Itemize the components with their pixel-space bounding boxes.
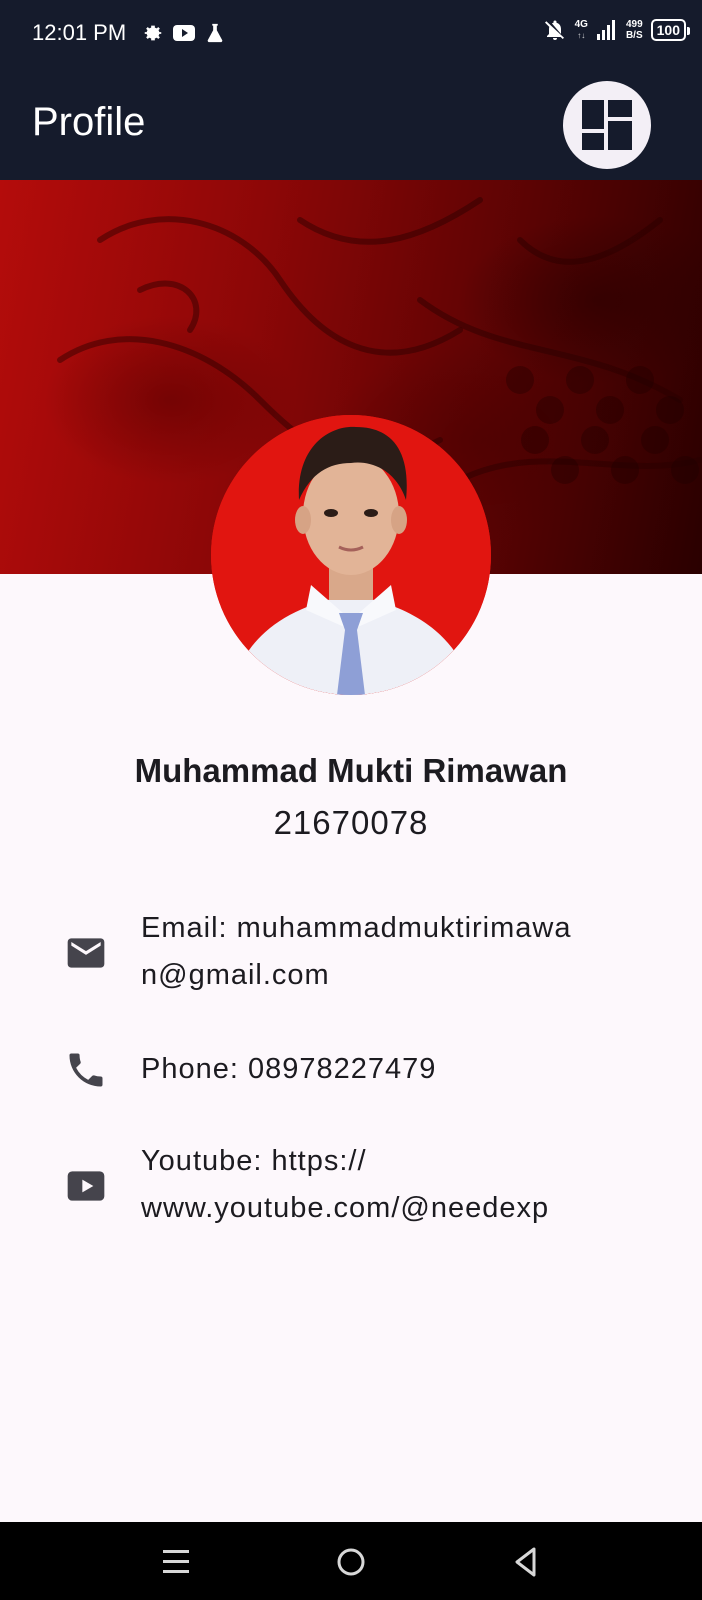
dashboard-layout-icon [582, 100, 632, 150]
signal-icon [596, 20, 615, 40]
network-label: 4G [574, 19, 588, 30]
app-bar: Profile [0, 72, 702, 180]
recents-menu-icon [163, 1550, 189, 1573]
email-icon [67, 938, 105, 968]
profile-name: Muhammad Mukti Rimawan [134, 752, 568, 789]
status-left-icons [142, 22, 226, 44]
home-circle-icon [337, 1548, 365, 1576]
back-triangle-icon [515, 1547, 536, 1577]
flask-icon [207, 23, 223, 43]
youtube-line-1: Youtube: https:// [141, 1145, 367, 1177]
settings-gear-icon [144, 25, 162, 41]
speed-value: 499 [625, 19, 643, 30]
recents-button[interactable] [154, 1540, 198, 1584]
profile-nim: 21670078 [273, 804, 429, 841]
youtube-icon [67, 1171, 105, 1201]
page-title: Profile [32, 100, 146, 144]
status-right-icons: 4G ↑↓ 499 B/S 100 [543, 18, 691, 42]
back-button[interactable] [504, 1540, 548, 1584]
email-line-1: Email: muhammadmuktirimawa [141, 912, 572, 944]
notifications-off-icon [544, 20, 564, 40]
speed-unit: B/S [625, 30, 643, 41]
layout-toggle-button[interactable] [563, 81, 651, 169]
network-type: 4G ↑↓ [574, 19, 588, 40]
profile-photo [211, 415, 491, 695]
network-speed: 499 B/S [626, 19, 643, 41]
status-time: 12:01 PM [32, 20, 127, 45]
phone-text: Phone: 08978227479 [141, 1046, 621, 1093]
status-bar: 12:01 PM 4G ↑↓ 499 B/S 100 [0, 0, 702, 72]
youtube-text: Youtube: https:// www.youtube.com/@neede… [141, 1138, 621, 1232]
system-nav-bar [0, 1522, 702, 1600]
youtube-status-icon [173, 25, 195, 41]
battery-indicator: 100 [650, 19, 691, 41]
phone-line-1: Phone: 08978227479 [141, 1053, 437, 1085]
youtube-line-2: www.youtube.com/@needexp [141, 1192, 550, 1224]
phone-icon [69, 1053, 103, 1087]
email-text: Email: muhammadmuktirimawa n@gmail.com [141, 905, 621, 999]
profile-avatar [211, 415, 491, 695]
email-line-2: n@gmail.com [141, 959, 330, 991]
home-button[interactable] [329, 1540, 373, 1584]
